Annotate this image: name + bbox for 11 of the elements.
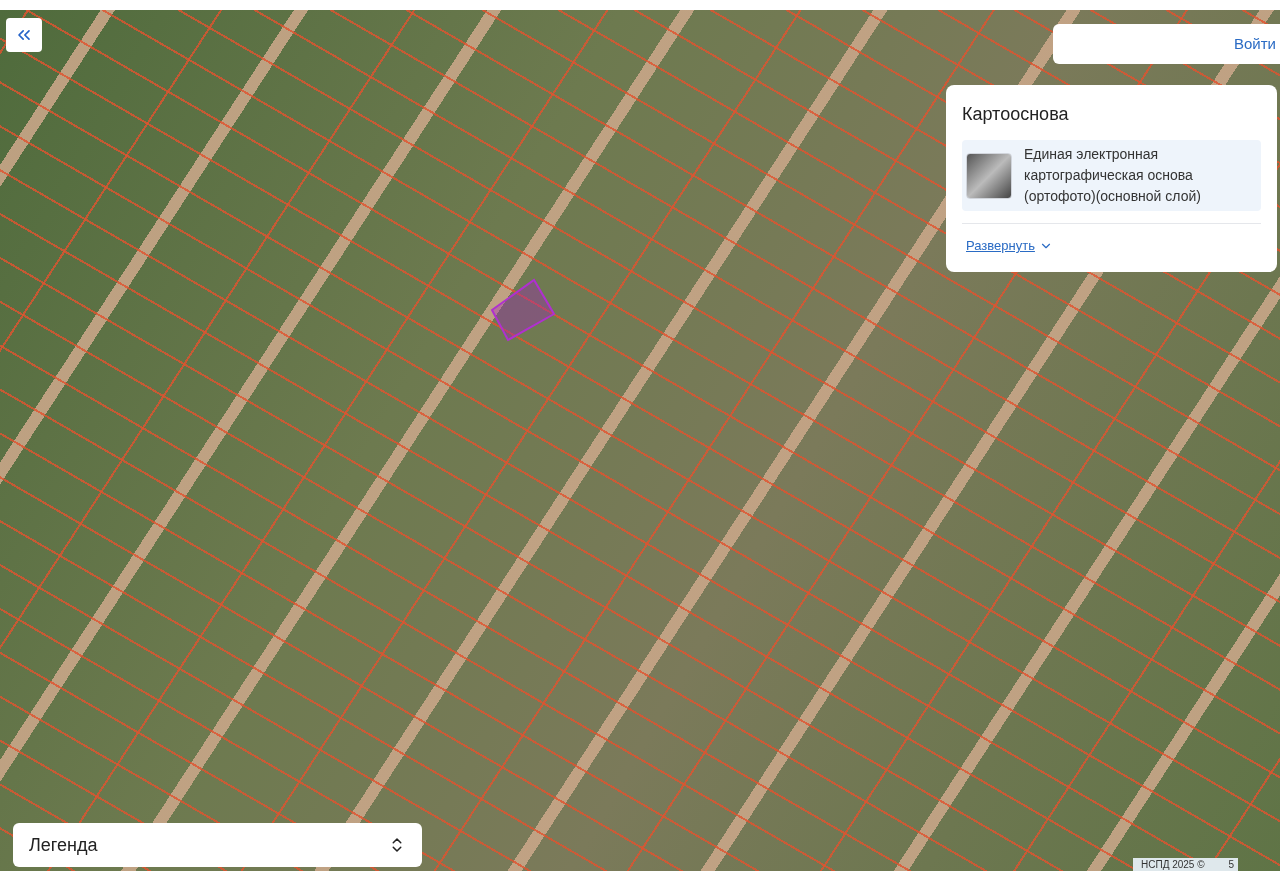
panel-title: Картооснова [962, 103, 1070, 126]
basemap-layer-item[interactable]: Единая электронная картографическая основа (ортофото)(основной слой) [962, 140, 1261, 211]
login-button[interactable]: Войти [1053, 24, 1280, 64]
layer-name: Единая электронная картографическая основа (ортофото)(основной слой) [1024, 145, 1202, 206]
expand-link[interactable]: Развернуть [962, 236, 1057, 256]
collapse-sidebar-button[interactable] [6, 18, 42, 52]
scale-label: 5 [1228, 858, 1235, 871]
selected-parcel[interactable] [490, 278, 556, 342]
attribution-text: НСПД 2025 © [1141, 858, 1205, 871]
legend-dropdown[interactable]: Легенда [13, 823, 422, 867]
layer-thumbnail [966, 152, 1012, 199]
